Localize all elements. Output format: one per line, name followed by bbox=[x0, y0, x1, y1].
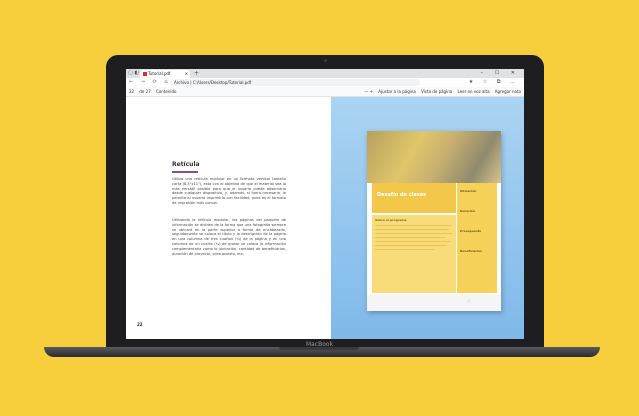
titlebar-icons[interactable]: ▢ ◧ bbox=[128, 70, 139, 76]
page-heading: Retícula bbox=[172, 161, 200, 168]
new-tab-button[interactable]: + bbox=[194, 69, 199, 78]
browser-titlebar: ▢ ◧ Tutorial.pdf ✕ + – ☐ ✕ bbox=[126, 69, 524, 78]
pdf-toolbar: 22 de 27 Contenido — + Ajustar a la pági… bbox=[126, 87, 524, 97]
page-view-button[interactable]: Vista de página bbox=[421, 89, 452, 94]
page-number-field[interactable]: 22 bbox=[129, 89, 134, 94]
laptop-lid: ▢ ◧ Tutorial.pdf ✕ + – ☐ ✕ ← → ⟳ ⌂ Archi… bbox=[106, 55, 544, 347]
sidebar-item: Presupuesto bbox=[460, 229, 482, 233]
mockup-text-title: Sobre el programa bbox=[375, 218, 407, 222]
text-line bbox=[375, 237, 445, 238]
browser-tab[interactable]: Tutorial.pdf ✕ bbox=[140, 70, 190, 78]
heading-underline bbox=[172, 171, 198, 173]
laptop-notch bbox=[279, 347, 359, 350]
contents-button[interactable]: Contenido bbox=[156, 89, 176, 94]
mockup-footer: ☝ bbox=[367, 295, 501, 311]
page-number: 22 bbox=[137, 322, 143, 327]
tap-icon: ☝ bbox=[467, 298, 471, 305]
mockup-text-block: Sobre el programa bbox=[372, 215, 456, 293]
text-line bbox=[375, 225, 451, 226]
paragraph-1: Utiliza una retícula modular en un forma… bbox=[172, 177, 286, 205]
page-right: Desafío de clases Ubicación Duración Pre… bbox=[331, 97, 524, 339]
address-actions[interactable]: ★ ☆ ⧉ … bbox=[469, 78, 519, 87]
mockup-sidebar: Ubicación Duración Presupuesto Beneficia… bbox=[457, 183, 497, 293]
pdf-icon bbox=[143, 72, 147, 76]
pdf-document: Retícula Utiliza una retícula modular en… bbox=[126, 97, 524, 339]
camera bbox=[324, 59, 327, 62]
url-field[interactable]: Archivo | C:/Users/Desktop/Tutorial.pdf bbox=[170, 79, 420, 86]
mockup-banner: Desafío de clases bbox=[372, 183, 456, 213]
sidebar-item: Beneficiarios bbox=[460, 249, 482, 253]
zoom-buttons[interactable]: — + bbox=[364, 89, 373, 94]
text-line bbox=[375, 229, 449, 230]
text-line bbox=[375, 233, 452, 234]
add-note-button[interactable]: Agregar nota bbox=[495, 89, 521, 94]
window-controls[interactable]: – ☐ ✕ bbox=[481, 69, 520, 78]
sidebar-item: Duración bbox=[460, 209, 476, 213]
fit-page-button[interactable]: Ajustar a la página bbox=[378, 89, 416, 94]
text-line bbox=[375, 249, 435, 250]
screen: ▢ ◧ Tutorial.pdf ✕ + – ☐ ✕ ← → ⟳ ⌂ Archi… bbox=[126, 69, 524, 339]
page-left: Retícula Utiliza una retícula modular en… bbox=[126, 97, 331, 339]
tab-title: Tutorial.pdf bbox=[148, 71, 171, 76]
nav-buttons[interactable]: ← → ⟳ ⌂ bbox=[129, 78, 171, 87]
mockup-banner-title: Desafío de clases bbox=[377, 192, 427, 198]
paragraph-2: Utilizando la retícula modular, las pági… bbox=[172, 218, 286, 256]
text-line bbox=[375, 245, 447, 246]
close-icon[interactable]: ✕ bbox=[185, 70, 188, 78]
page-total: de 27 bbox=[139, 89, 151, 94]
read-aloud-button[interactable]: Leer en voz alta bbox=[457, 89, 489, 94]
mockup-photo bbox=[367, 131, 501, 183]
sidebar-item: Ubicación bbox=[460, 189, 477, 193]
layout-mockup: Desafío de clases Ubicación Duración Pre… bbox=[367, 131, 501, 311]
text-line bbox=[375, 241, 451, 242]
